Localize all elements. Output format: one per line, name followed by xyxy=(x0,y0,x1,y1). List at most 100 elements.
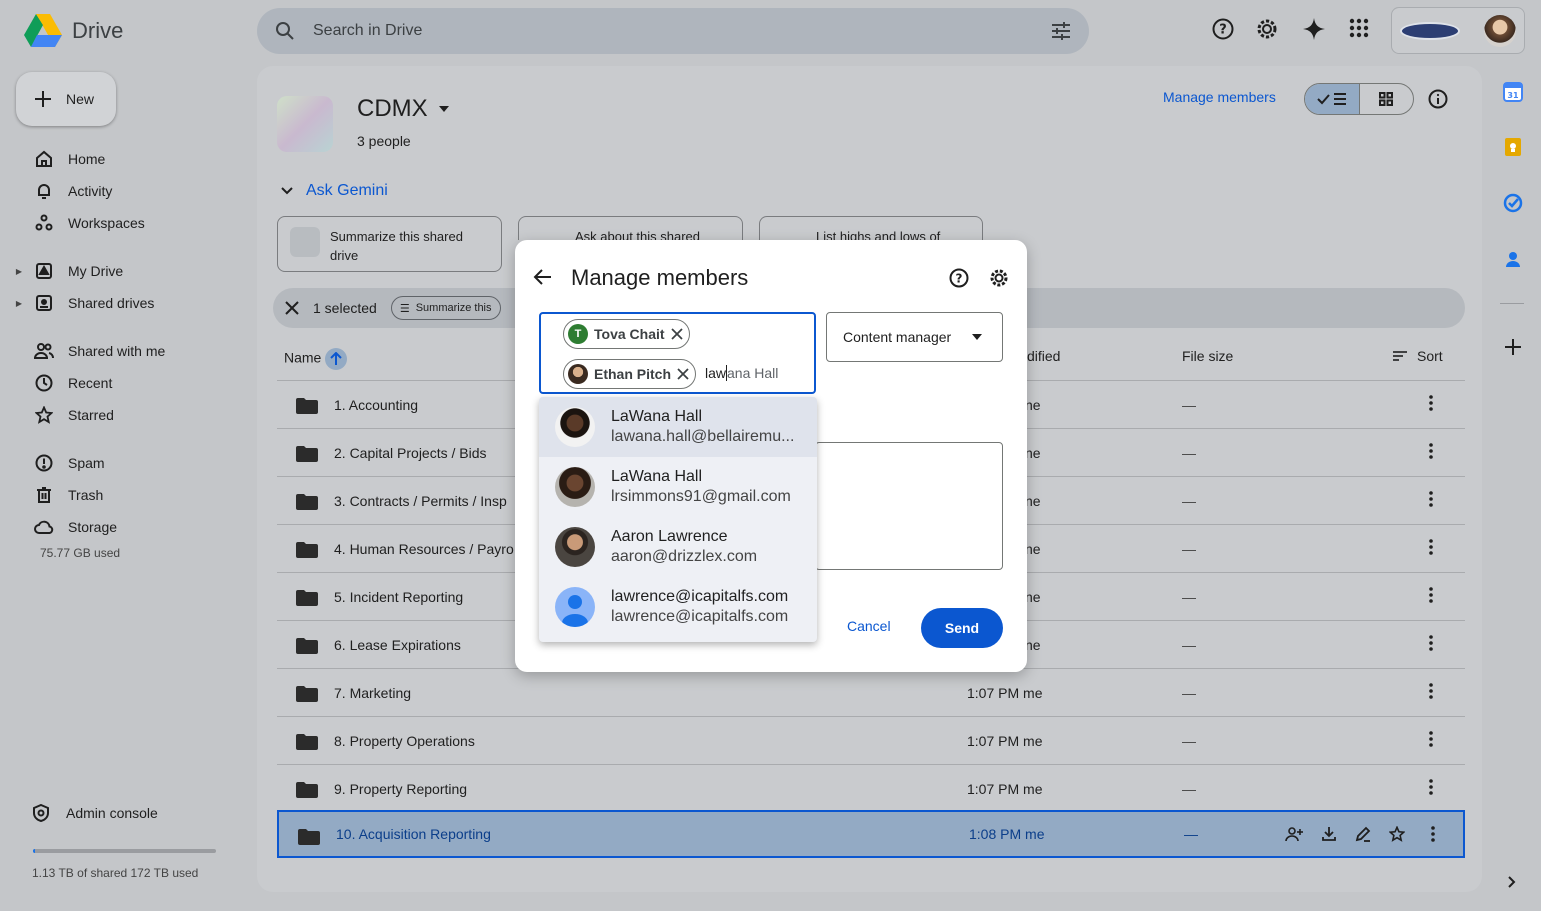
add-people-input[interactable]: T Tova Chait Ethan Pitch lawana Hall xyxy=(539,312,816,394)
share-add-person-icon[interactable] xyxy=(1285,826,1303,842)
sidebar-item-shared-drives[interactable]: ▶ Shared drives xyxy=(0,287,154,319)
suggestion-item[interactable]: lawrence@icapitalfs.com lawrence@icapital… xyxy=(539,577,817,637)
more-actions-icon[interactable] xyxy=(1429,539,1433,555)
cancel-button[interactable]: Cancel xyxy=(847,618,891,634)
people-search-text[interactable]: lawana Hall xyxy=(705,365,778,381)
person-chip-ethan[interactable]: Ethan Pitch xyxy=(563,359,697,389)
suggestion-item[interactable]: LaWana Hall lrsimmons91@gmail.com xyxy=(539,457,817,517)
suggestion-item[interactable]: LaWana Hall lawana.hall@bellairemu... xyxy=(539,397,817,457)
more-actions-icon[interactable] xyxy=(1429,683,1433,699)
send-button[interactable]: Send xyxy=(921,608,1003,648)
more-actions-icon[interactable] xyxy=(1429,635,1433,651)
tasks-icon[interactable] xyxy=(1503,193,1523,213)
more-actions-icon[interactable] xyxy=(1429,731,1433,747)
rename-pencil-icon[interactable] xyxy=(1355,826,1371,842)
search-bar[interactable]: Search in Drive xyxy=(257,8,1089,54)
expand-caret-icon[interactable]: ▶ xyxy=(0,267,26,276)
row-name[interactable]: 1. Accounting xyxy=(334,397,418,413)
row-name[interactable]: 10. Acquisition Reporting xyxy=(336,826,491,842)
shared-drive-title[interactable]: CDMX xyxy=(357,95,450,123)
user-avatar[interactable] xyxy=(1484,14,1516,47)
help-icon[interactable]: ? xyxy=(949,268,969,288)
sidebar-item-home[interactable]: Home xyxy=(0,143,105,175)
add-addon-plus-icon[interactable] xyxy=(1504,338,1522,356)
table-row[interactable]: 10. Acquisition Reporting 1:08 PM me — xyxy=(277,810,1465,858)
sidebar-item-recent[interactable]: Recent xyxy=(0,367,112,399)
message-textarea[interactable] xyxy=(815,442,1003,570)
role-select[interactable]: Content manager xyxy=(826,312,1003,362)
grid-view-button[interactable] xyxy=(1360,84,1414,114)
sort-button[interactable]: Sort xyxy=(1393,348,1443,364)
row-modified: ne xyxy=(1025,588,1041,605)
contacts-icon[interactable] xyxy=(1503,249,1523,269)
clear-selection-icon[interactable] xyxy=(285,301,299,315)
view-toggle[interactable] xyxy=(1304,83,1414,115)
column-header-name[interactable]: Name xyxy=(284,348,348,370)
sidebar-item-workspaces[interactable]: Workspaces xyxy=(0,207,145,239)
sidebar-item-activity[interactable]: Activity xyxy=(0,175,112,207)
help-icon[interactable]: ? xyxy=(1212,18,1234,40)
row-size: — xyxy=(1182,588,1196,605)
avatar xyxy=(555,527,595,567)
sidebar-item-trash[interactable]: Trash xyxy=(0,479,103,511)
sidebar-item-my-drive[interactable]: ▶ My Drive xyxy=(0,255,123,287)
account-switcher[interactable] xyxy=(1391,7,1525,54)
download-icon[interactable] xyxy=(1321,826,1337,842)
sidebar-item-starred[interactable]: Starred xyxy=(0,399,114,431)
table-row[interactable]: 9. Property Reporting 1:07 PM me — xyxy=(277,764,1465,812)
row-name[interactable]: 7. Marketing xyxy=(334,685,411,701)
gemini-sparkle-icon[interactable] xyxy=(1303,18,1325,40)
list-view-button[interactable] xyxy=(1305,84,1360,114)
settings-gear-icon[interactable] xyxy=(1256,18,1278,40)
row-name[interactable]: 5. Incident Reporting xyxy=(334,589,463,605)
gemini-chip-highs-lows[interactable]: List highs and lows of xyxy=(759,216,983,244)
table-row[interactable]: 8. Property Operations 1:07 PM me — xyxy=(277,716,1465,764)
search-options-icon[interactable] xyxy=(1051,21,1071,41)
column-header-modified[interactable]: dified xyxy=(1027,348,1060,364)
ask-gemini-toggle[interactable]: Ask Gemini xyxy=(280,182,388,200)
gemini-chip-ask[interactable]: Ask about this shared xyxy=(518,216,743,244)
keep-icon[interactable] xyxy=(1503,137,1523,157)
sort-ascending-icon[interactable] xyxy=(325,348,348,370)
remove-chip-icon[interactable] xyxy=(677,368,689,380)
search-input[interactable]: Search in Drive xyxy=(313,22,1051,40)
person-chip-tova[interactable]: T Tova Chait xyxy=(563,319,690,349)
manage-members-link[interactable]: Manage members xyxy=(1163,89,1276,105)
settings-gear-icon[interactable] xyxy=(989,268,1009,288)
chevron-right-icon[interactable] xyxy=(1507,875,1517,889)
back-arrow-icon[interactable] xyxy=(533,267,553,287)
more-actions-icon[interactable] xyxy=(1431,826,1435,842)
column-header-file-size[interactable]: File size xyxy=(1182,348,1233,364)
admin-console-link[interactable]: Admin console xyxy=(32,804,158,822)
dropdown-arrow-icon[interactable] xyxy=(438,105,450,113)
expand-caret-icon[interactable]: ▶ xyxy=(0,299,26,308)
summarize-selection-button[interactable]: ☰ Summarize this xyxy=(390,296,501,320)
info-icon[interactable] xyxy=(1428,89,1448,109)
row-name[interactable]: 9. Property Reporting xyxy=(334,781,467,797)
more-actions-icon[interactable] xyxy=(1429,587,1433,603)
sidebar-item-shared-with-me[interactable]: Shared with me xyxy=(0,335,165,367)
folder-icon xyxy=(296,782,318,798)
organization-logo xyxy=(1400,21,1460,40)
search-icon[interactable] xyxy=(275,21,295,41)
more-actions-icon[interactable] xyxy=(1429,779,1433,795)
more-actions-icon[interactable] xyxy=(1429,395,1433,411)
more-actions-icon[interactable] xyxy=(1429,443,1433,459)
star-icon[interactable] xyxy=(1389,826,1405,842)
row-name[interactable]: 6. Lease Expirations xyxy=(334,637,461,653)
row-name[interactable]: 2. Capital Projects / Bids xyxy=(334,445,487,461)
more-actions-icon[interactable] xyxy=(1429,491,1433,507)
row-name[interactable]: 8. Property Operations xyxy=(334,733,475,749)
drive-logo[interactable]: Drive xyxy=(24,14,123,48)
calendar-icon[interactable]: 31 xyxy=(1503,82,1523,102)
row-name[interactable]: 3. Contracts / Permits / Insp xyxy=(334,493,507,509)
sidebar-item-spam[interactable]: Spam xyxy=(0,447,105,479)
new-button[interactable]: New xyxy=(16,72,116,126)
sidebar-item-storage[interactable]: Storage xyxy=(0,511,117,543)
remove-chip-icon[interactable] xyxy=(670,328,683,340)
row-name[interactable]: 4. Human Resources / Payro xyxy=(334,541,514,557)
apps-grid-icon[interactable] xyxy=(1349,18,1369,38)
table-row[interactable]: 7. Marketing 1:07 PM me — xyxy=(277,668,1465,716)
gemini-chip-summarize[interactable]: Summarize this shared drive xyxy=(277,216,502,272)
suggestion-item[interactable]: Aaron Lawrence aaron@drizzlex.com xyxy=(539,517,817,577)
